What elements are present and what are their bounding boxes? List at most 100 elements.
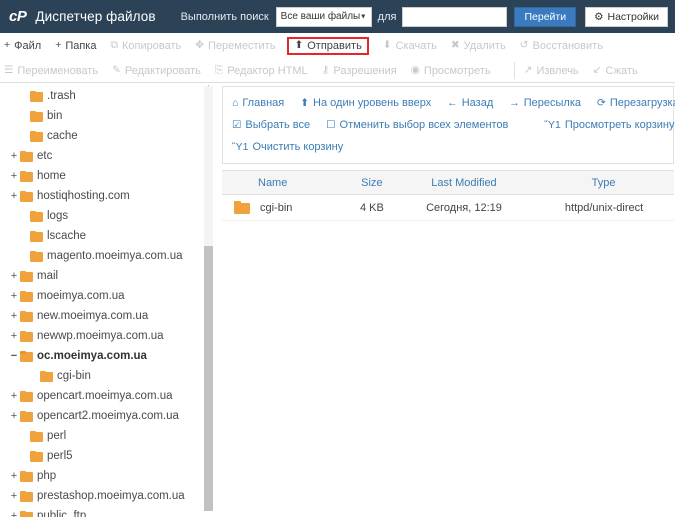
tree-item[interactable]: + opencart2.moeimya.com.ua [0,406,214,426]
search-input[interactable] [402,6,508,27]
settings-button[interactable]: ⚙ Настройки [585,6,668,27]
tree-item-label: logs [47,210,69,222]
expand-icon[interactable]: + [8,270,20,282]
tree-item[interactable]: magento.moeimya.com.ua [0,246,214,266]
toolbar-button-переместить: ✥ Переместить [195,40,275,52]
folder-icon [30,250,43,262]
column-header-type[interactable]: Type [533,170,674,195]
tree-item[interactable]: cache [0,126,214,146]
expand-icon[interactable]: + [8,470,20,482]
toolbar-button-сжать: ↙ Сжать [593,65,638,77]
file-name-label: cgi-bin [260,201,293,214]
tree-item[interactable]: perl [0,426,214,446]
folder-icon [40,370,53,382]
toolbar-button-отправить[interactable]: ⬆ Отправить [287,36,369,55]
action-button-перезагрузка[interactable]: ⟳ Перезагрузка [597,97,675,109]
folder-icon [30,90,43,102]
folder-icon [20,150,33,162]
expand-icon[interactable]: + [8,390,20,402]
file-name-wrapper: cgi-bin [234,201,348,214]
tree-item-label: lscache [47,230,86,242]
cell-size: 4 KB [348,194,395,221]
tree-item[interactable]: + php [0,466,214,486]
tree-item[interactable]: perl5 [0,446,214,466]
action-button-на-один-уровень-вверх[interactable]: ⬆ На один уровень вверх [300,97,431,109]
action-button-очистить-корзину[interactable]: Ὕ1 Очистить корзину [232,141,343,153]
file-manager-window: cP Диспетчер файлов Выполнить поиск Все … [0,0,675,517]
tree-item[interactable]: + etc [0,146,214,166]
directory-tree: .trash bin cache + etc + home + hostiqhosting.… [0,84,214,517]
plus-icon: + [4,39,11,52]
tree-item[interactable]: + prestashop.moeimya.com.ua [0,486,214,506]
expand-icon[interactable]: + [8,410,20,422]
tree-item[interactable]: .trash [0,86,214,106]
expand-icon[interactable]: + [8,490,20,502]
search-scope-select[interactable]: Все ваши файлы ▼ [275,6,372,27]
download-icon: ⬇ [382,39,392,52]
tree-item-label: php [37,470,57,482]
action-button-просмотреть-корзину[interactable]: Ὕ1 Просмотреть корзину [544,119,674,131]
action-button-label: Перезагрузка [609,97,675,109]
tree-item[interactable]: − oc.moeimya.com.ua [0,346,214,366]
action-button-назад[interactable]: ← Назад [447,97,493,109]
arrow-up-icon: ⬆ [300,96,310,109]
folder-icon [30,450,43,462]
tree-item[interactable]: + opencart.moeimya.com.ua [0,386,214,406]
expand-icon[interactable]: + [8,190,20,202]
expand-icon[interactable]: + [8,310,20,322]
tree-item-label: prestashop.moeimya.com.ua [37,490,185,502]
toolbar-button-папка[interactable]: + Папка [55,40,96,52]
tree-item[interactable]: + hostiqhosting.com [0,186,214,206]
checkbox-checked-icon: ☑ [232,118,242,131]
close-icon: ✖ [450,39,460,52]
tree-item[interactable]: + newwp.moeimya.com.ua [0,326,214,346]
rename-icon: ☰ [4,64,14,77]
tree-item-label: etc [37,150,53,162]
tree-item[interactable]: bin [0,106,214,126]
collapse-icon[interactable]: − [8,350,20,362]
go-button[interactable]: Перейти [514,6,577,27]
tree-item[interactable]: cgi-bin [0,366,214,386]
tree-item[interactable]: + home [0,166,214,186]
folder-open-icon [20,350,33,362]
expand-icon[interactable]: + [8,510,20,517]
compress-icon: ↙ [592,64,602,77]
tree-item-label: .trash [47,90,76,102]
toolbar-button-файл[interactable]: + Файл [4,40,41,52]
tree-item-label: oc.moeimya.com.ua [37,350,147,362]
tree-item[interactable]: lscache [0,226,214,246]
tree-item[interactable]: + public_ftp [0,506,214,517]
toolbar-button-просмотреть: ◉ Просмотреть [411,65,491,77]
column-header-name[interactable]: Name [222,170,349,195]
expand-icon[interactable]: + [8,290,20,302]
trash-actions-row: Ὕ1 Очистить корзину [223,136,673,158]
expand-icon[interactable]: + [8,330,20,342]
action-button-label: На один уровень вверх [313,97,432,109]
tree-item[interactable]: + mail [0,266,214,286]
sidebar-scrollbar-thumb[interactable] [204,246,213,511]
action-button-отменить-выбор-всех-элементов[interactable]: ☐ Отменить выбор всех элементов [326,119,508,131]
table-row[interactable]: cgi-bin 4 KB Сегодня, 12:19 httpd/unix-dire… [222,194,674,221]
file-actions-panel: ⌂ Главная ⬆ На один уровень вверх ← Назад → Пер… [222,86,675,164]
column-header-last-modified[interactable]: Last Modified [394,170,534,195]
action-button-пересылка[interactable]: → Пересылка [509,97,581,109]
folder-icon [20,410,33,422]
action-button-главная[interactable]: ⌂ Главная [232,97,284,109]
refresh-icon: ⟳ [597,96,606,109]
cell-name[interactable]: cgi-bin [222,194,349,221]
home-icon: ⌂ [232,96,239,109]
column-header-size[interactable]: Size [348,170,395,195]
tree-item-label: home [37,170,66,182]
folder-icon [234,201,250,214]
action-button-выбрать-все[interactable]: ☑ Выбрать все [232,119,310,131]
folder-icon [20,490,33,502]
tree-item[interactable]: + new.moeimya.com.ua [0,306,214,326]
tree-item[interactable]: logs [0,206,214,226]
tree-item[interactable]: + moeimya.com.ua [0,286,214,306]
expand-icon[interactable]: + [8,170,20,182]
expand-icon[interactable]: + [8,150,20,162]
toolbar-button-label: Удалить [463,39,506,52]
file-table-body: cgi-bin 4 KB Сегодня, 12:19 httpd/unix-dire… [222,194,674,221]
